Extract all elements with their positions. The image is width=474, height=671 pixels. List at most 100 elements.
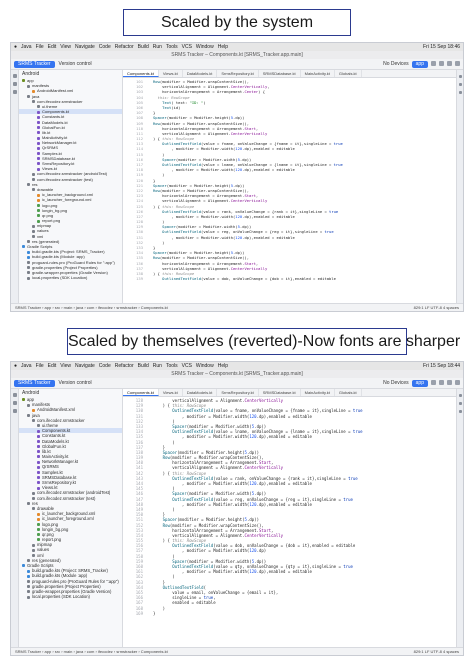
editor-tab[interactable]: Views.kt <box>159 70 183 77</box>
file-icon <box>27 502 30 506</box>
editor-tab[interactable]: DataModels.kt <box>183 389 218 396</box>
tree-node[interactable]: local.properties (SDK Location) <box>19 594 122 599</box>
menu-item[interactable]: Build <box>138 44 149 50</box>
editor-tab[interactable]: Globals.kt <box>335 389 362 396</box>
tree-node-label: local.properties (SDK Location) <box>32 275 88 281</box>
editor-tab[interactable]: Views.kt <box>159 389 183 396</box>
menu-item[interactable]: Java <box>21 44 32 50</box>
tree-node[interactable]: local.properties (SDK Location) <box>19 275 122 280</box>
editor-tab[interactable]: DataModels.kt <box>183 70 218 77</box>
vcs-widget[interactable]: Version control <box>59 380 92 386</box>
project-view-selector[interactable]: Android <box>19 70 122 78</box>
commit-tool-icon[interactable] <box>12 82 17 86</box>
window-title: SRMS Tracker – Components.kt [SRMS_Track… <box>11 51 463 59</box>
apple-icon[interactable]: ● <box>14 363 17 369</box>
menu-item[interactable]: Code <box>99 363 111 369</box>
project-panel: Android app manifests AndroidManifest.xml j… <box>19 70 123 303</box>
editor-tab[interactable]: MainActivity.kt <box>301 389 335 396</box>
menu-item[interactable]: File <box>36 363 44 369</box>
menu-item[interactable]: Navigate <box>75 44 95 50</box>
file-icon <box>27 595 30 599</box>
run-config-selector[interactable]: app <box>411 60 428 68</box>
menu-item[interactable]: Run <box>153 44 162 50</box>
file-icon <box>37 450 40 454</box>
menu-item[interactable]: Java <box>21 363 32 369</box>
search-icon[interactable] <box>447 379 452 385</box>
menu-item[interactable]: Tools <box>166 44 178 50</box>
device-selector[interactable]: No Devices <box>383 380 409 387</box>
editor-tab[interactable]: Components.kt <box>123 389 159 396</box>
menu-item[interactable]: Refactor <box>115 44 134 50</box>
gradle-icon[interactable] <box>458 83 462 86</box>
caret-position[interactable]: 829:1 <box>414 649 424 654</box>
menu-item[interactable]: Navigate <box>75 363 95 369</box>
project-tool-icon[interactable] <box>12 74 17 78</box>
menu-item[interactable]: Refactor <box>115 363 134 369</box>
menu-item[interactable]: Window <box>196 44 214 50</box>
file-encoding[interactable]: LF UTF-8 4 spaces <box>425 305 459 310</box>
status-breadcrumb[interactable]: SRMS Tracker › app › src › main › java ›… <box>15 305 168 310</box>
menu-item[interactable]: Build <box>138 363 149 369</box>
device-manager-icon[interactable] <box>458 410 462 413</box>
code-line[interactable]: 139 OutlinedTextField(value = dob, onVal… <box>123 276 456 281</box>
apple-icon[interactable]: ● <box>14 44 17 50</box>
caret-position[interactable]: 829:1 <box>414 305 424 310</box>
file-icon <box>27 569 30 573</box>
file-icon <box>32 548 35 552</box>
editor-tab[interactable]: SRMSDatabase.kt <box>259 70 301 77</box>
editor-tab[interactable]: SRMSDatabase.kt <box>259 389 301 396</box>
menu-item[interactable]: Edit <box>48 44 57 50</box>
project-view-selector[interactable]: Android <box>19 389 122 397</box>
file-icon <box>37 162 40 166</box>
notifications-icon[interactable] <box>458 394 462 397</box>
file-icon <box>32 543 35 547</box>
project-widget[interactable]: SRMS Tracker <box>14 60 55 68</box>
run-icon[interactable] <box>431 60 436 66</box>
structure-tool-icon[interactable] <box>12 90 17 94</box>
left-tool-strip <box>11 389 19 647</box>
run-icon[interactable] <box>431 379 436 385</box>
code-line[interactable]: 169} <box>123 611 456 616</box>
notifications-icon[interactable] <box>458 75 462 78</box>
file-icon <box>37 429 40 433</box>
menu-item[interactable]: Help <box>218 44 228 50</box>
editor-tab[interactable]: SrmsRepository.kt <box>217 70 259 77</box>
settings-icon[interactable] <box>455 379 460 385</box>
menu-item[interactable]: VCS <box>182 363 192 369</box>
menu-item[interactable]: Tools <box>166 363 178 369</box>
file-icon <box>27 276 30 280</box>
editor-tab[interactable]: SrmsRepository.kt <box>217 389 259 396</box>
settings-icon[interactable] <box>455 60 460 66</box>
file-icon <box>32 178 35 181</box>
gradle-icon[interactable] <box>458 402 462 405</box>
commit-tool-icon[interactable] <box>12 401 17 405</box>
menu-item[interactable]: Help <box>218 363 228 369</box>
debug-icon[interactable] <box>439 379 444 385</box>
file-icon <box>37 152 40 156</box>
editor-tab[interactable]: Components.kt <box>123 70 159 77</box>
status-breadcrumb[interactable]: SRMS Tracker › app › src › main › java ›… <box>15 649 168 654</box>
code-area[interactable]: 128 verticalAlignment = Alignment.Center… <box>123 398 456 647</box>
debug-icon[interactable] <box>439 60 444 66</box>
editor-tab[interactable]: MainActivity.kt <box>301 70 335 77</box>
code-area[interactable]: 101 Row(modifier = Modifier.wrapContentSi… <box>123 79 456 303</box>
editor-tab[interactable]: Globals.kt <box>335 70 362 77</box>
menu-item[interactable]: View <box>60 363 71 369</box>
menu-item[interactable]: Run <box>153 363 162 369</box>
device-selector[interactable]: No Devices <box>383 61 409 68</box>
menu-item[interactable]: Edit <box>48 363 57 369</box>
device-manager-icon[interactable] <box>458 91 462 94</box>
file-icon <box>32 491 35 495</box>
run-config-selector[interactable]: app <box>411 379 428 387</box>
project-tool-icon[interactable] <box>12 393 17 397</box>
search-icon[interactable] <box>447 60 452 66</box>
menu-item[interactable]: Code <box>99 44 111 50</box>
file-encoding[interactable]: LF UTF-8 4 spaces <box>425 649 459 654</box>
menu-item[interactable]: View <box>60 44 71 50</box>
project-widget[interactable]: SRMS Tracker <box>14 379 55 387</box>
menu-item[interactable]: File <box>36 44 44 50</box>
vcs-widget[interactable]: Version control <box>59 61 92 67</box>
structure-tool-icon[interactable] <box>12 409 17 413</box>
menu-item[interactable]: VCS <box>182 44 192 50</box>
menu-item[interactable]: Window <box>196 363 214 369</box>
